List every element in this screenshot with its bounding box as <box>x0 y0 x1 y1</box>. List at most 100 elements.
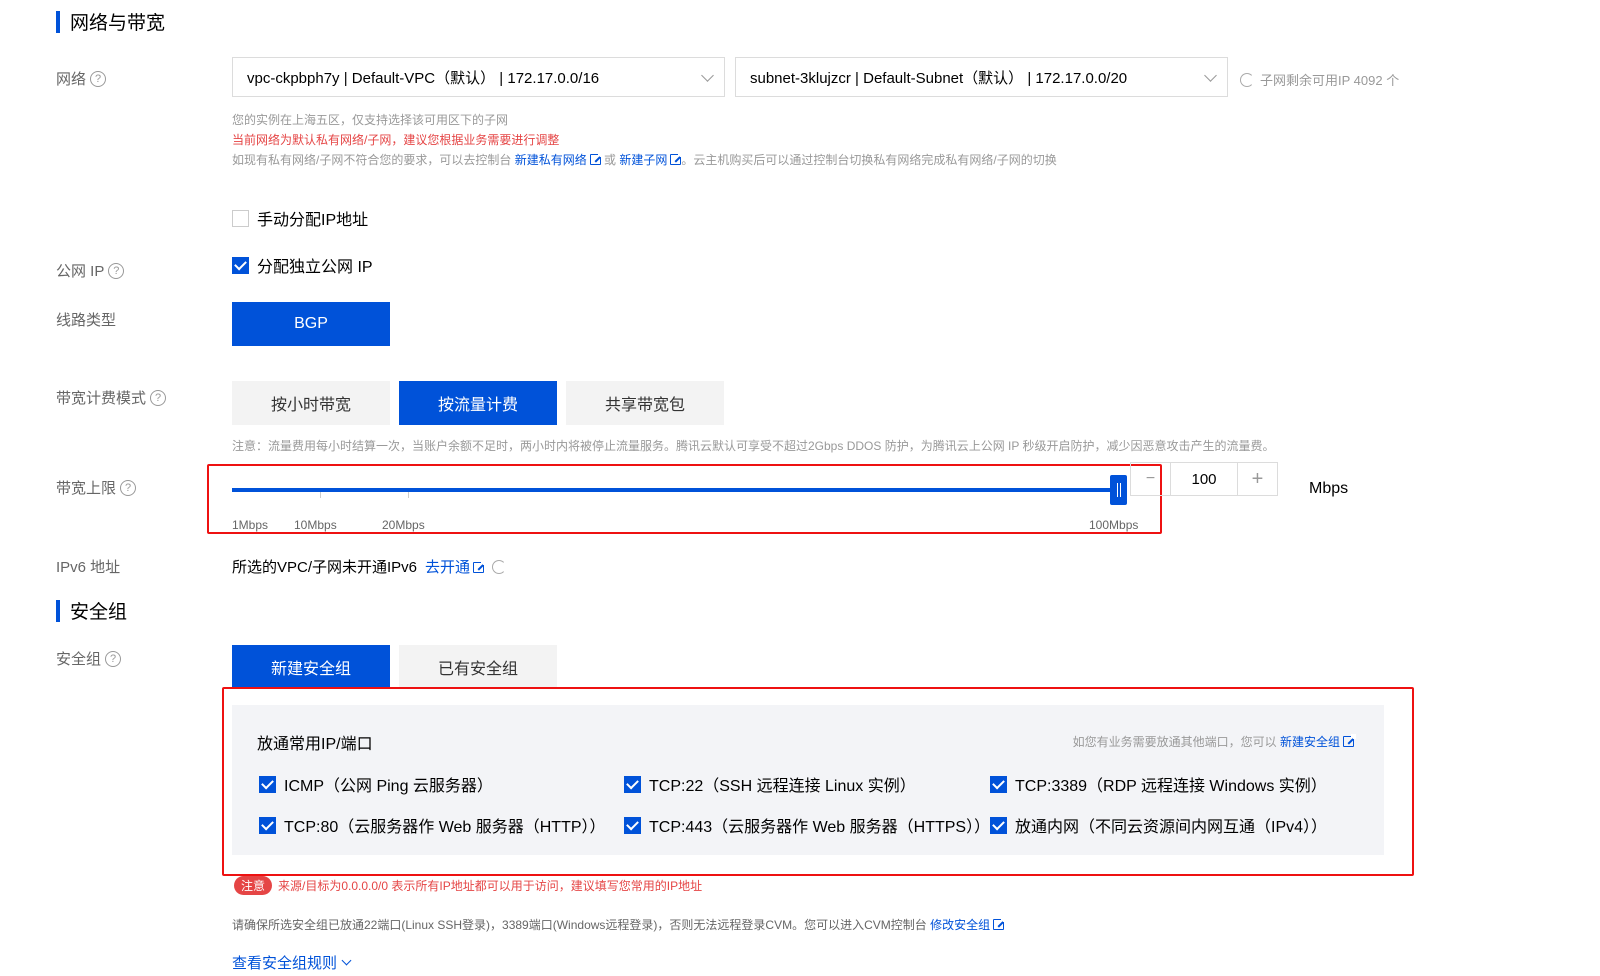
chevron-down-icon <box>341 955 352 966</box>
rule-checkbox[interactable] <box>259 775 276 793</box>
bandwidth-label-text: 带宽上限 <box>56 480 117 497</box>
rule-checkbox[interactable] <box>624 816 641 834</box>
rule-tcp-3389[interactable]: TCP:3389（RDP 远程连接 Windows 实例） <box>990 772 1327 796</box>
view-rules-text: 查看安全组规则 <box>232 955 338 972</box>
security-group-label: 安全组 ? <box>56 648 122 669</box>
bandwidth-highlight-box <box>207 464 1162 534</box>
rule-label: TCP:3389（RDP 远程连接 Windows 实例） <box>1015 778 1327 795</box>
rule-tcp-80[interactable]: TCP:80（云服务器作 Web 服务器（HTTP）） <box>259 813 606 837</box>
help-icon[interactable]: ? <box>150 389 167 406</box>
billing-hourly-button[interactable]: 按小时带宽 <box>232 381 390 425</box>
new-vpc-link-text: 新建私有网络 <box>514 153 587 167</box>
rule-checkbox[interactable] <box>990 816 1007 834</box>
vpc-select-value: vpc-ckpbph7y | Default-VPC（默认） | 172.17.… <box>247 69 600 87</box>
tab-existing-security-group[interactable]: 已有安全组 <box>399 645 557 689</box>
ensure-ports-hint: 请确保所选安全组已放通22端口(Linux SSH登录)，3389端口(Wind… <box>232 916 1007 933</box>
remaining-ip-text: 子网剩余可用IP 4092 个 <box>1260 73 1400 88</box>
subnet-select-value: subnet-3klujzcr | Default-Subnet（默认） | 1… <box>750 69 1128 87</box>
billing-shared-button[interactable]: 共享带宽包 <box>566 381 724 425</box>
external-link-icon <box>670 152 684 165</box>
rule-label: TCP:80（云服务器作 Web 服务器（HTTP）） <box>284 819 606 836</box>
refresh-icon[interactable] <box>1240 72 1254 87</box>
bandwidth-label: 带宽上限 ? <box>56 477 137 498</box>
public-ip-checkbox-row[interactable]: 分配独立公网 IP <box>232 253 373 277</box>
rule-label: 放通内网（不同云资源间内网互通（IPv4）） <box>1015 819 1328 836</box>
rule-icmp[interactable]: ICMP（公网 Ping 云服务器） <box>259 772 493 796</box>
network-label: 网络 ? <box>56 68 107 89</box>
bandwidth-slider-fill <box>232 488 1122 492</box>
vpc-select[interactable]: vpc-ckpbph7y | Default-VPC（默认） | 172.17.… <box>232 57 725 97</box>
security-notice: 注意 来源/目标为0.0.0.0/0 表示所有IP地址都可以用于访问，建议填写您… <box>234 876 702 895</box>
external-link-icon <box>1343 734 1356 747</box>
rule-tcp-443[interactable]: TCP:443（云服务器作 Web 服务器（HTTPS）） <box>624 813 990 837</box>
network-hint-default: 当前网络为默认私有网络/子网，建议您根据业务需要进行调整 <box>232 133 560 147</box>
help-icon[interactable]: ? <box>105 650 122 667</box>
public-ip-checkbox[interactable] <box>232 256 249 274</box>
modify-security-group-link[interactable]: 修改安全组 <box>930 917 1007 932</box>
section-accent-bar <box>56 10 60 33</box>
public-ip-checkbox-label: 分配独立公网 IP <box>257 259 373 276</box>
view-rules-link[interactable]: 查看安全组规则 <box>232 952 352 973</box>
ipv6-row: 所选的VPC/子网未开通IPv6 去开通 <box>232 556 507 577</box>
billing-traffic-button[interactable]: 按流量计费 <box>399 381 557 425</box>
enable-ipv6-link[interactable]: 去开通 <box>425 556 487 577</box>
help-icon[interactable]: ? <box>108 262 125 279</box>
rule-checkbox[interactable] <box>990 775 1007 793</box>
external-link-icon <box>589 152 603 165</box>
increment-button[interactable]: + <box>1237 463 1277 495</box>
section-title-text: 安全组 <box>70 602 128 623</box>
bandwidth-stepper: − 100 + <box>1130 462 1278 496</box>
ensure-ports-text: 请确保所选安全组已放通22端口(Linux SSH登录)，3389端口(Wind… <box>232 918 927 932</box>
hint-text: 如现有私有网络/子网不符合您的要求，可以去控制台 <box>232 153 512 167</box>
rule-intranet[interactable]: 放通内网（不同云资源间内网互通（IPv4）） <box>990 813 1327 837</box>
hint-suffix-text: 。云主机购买后可以通过控制台切换私有网络完成私有网络/子网的切换 <box>681 153 1057 167</box>
security-group-label-text: 安全组 <box>56 651 102 668</box>
new-vpc-link[interactable]: 新建私有网络 <box>514 152 603 167</box>
panel-hint-text: 如您有业务需要放通其他端口，您可以 <box>1072 735 1277 749</box>
refresh-icon[interactable] <box>492 559 507 574</box>
modify-security-group-link-text: 修改安全组 <box>930 918 991 932</box>
tick-label-10: 10Mbps <box>294 518 337 532</box>
bandwidth-slider-track[interactable] <box>232 475 1127 505</box>
manual-ip-checkbox[interactable] <box>232 209 249 227</box>
section-accent-bar <box>56 599 60 622</box>
security-rules-panel: 放通常用IP/端口 如您有业务需要放通其他端口，您可以 新建安全组 ICMP（公… <box>232 705 1384 855</box>
section-title-security-group: 安全组 <box>56 597 127 624</box>
bandwidth-slider-handle[interactable] <box>1110 475 1127 505</box>
help-icon[interactable]: ? <box>120 479 137 496</box>
rule-checkbox[interactable] <box>259 816 276 834</box>
line-type-label: 线路类型 <box>56 312 117 329</box>
notice-badge: 注意 <box>234 876 273 895</box>
manual-ip-label: 手动分配IP地址 <box>257 212 369 229</box>
rule-label: TCP:22（SSH 远程连接 Linux 实例） <box>649 778 916 795</box>
external-link-icon <box>473 560 487 573</box>
bandwidth-unit: Mbps <box>1309 480 1349 497</box>
section-title-network: 网络与带宽 <box>56 8 165 35</box>
subnet-select[interactable]: subnet-3klujzcr | Default-Subnet（默认） | 1… <box>735 57 1228 97</box>
enable-ipv6-link-text: 去开通 <box>425 559 471 576</box>
tab-new-security-group[interactable]: 新建安全组 <box>232 645 390 689</box>
new-security-group-link-text: 新建安全组 <box>1279 735 1340 749</box>
panel-title: 放通常用IP/端口 <box>257 736 373 753</box>
rule-tcp-22[interactable]: TCP:22（SSH 远程连接 Linux 实例） <box>624 772 916 796</box>
billing-mode-label: 带宽计费模式 ? <box>56 387 167 408</box>
bandwidth-input[interactable]: 100 <box>1171 463 1237 495</box>
rule-checkbox[interactable] <box>624 775 641 793</box>
chevron-down-icon <box>1204 69 1217 82</box>
network-hint-zone: 您的实例在上海五区，仅支持选择该可用区下的子网 <box>232 113 509 127</box>
tick-label-100: 100Mbps <box>1089 518 1139 532</box>
help-icon[interactable]: ? <box>90 70 107 87</box>
ipv6-label: IPv6 地址 <box>56 559 121 576</box>
manual-ip-checkbox-row[interactable]: 手动分配IP地址 <box>232 206 368 230</box>
remaining-ip: 子网剩余可用IP 4092 个 <box>1240 70 1399 89</box>
rule-label: ICMP（公网 Ping 云服务器） <box>284 778 493 795</box>
chevron-down-icon <box>701 69 714 82</box>
slider-tick <box>408 492 409 498</box>
new-subnet-link[interactable]: 新建子网 <box>619 152 684 167</box>
line-type-bgp-button[interactable]: BGP <box>232 302 390 346</box>
new-security-group-link[interactable]: 新建安全组 <box>1279 734 1356 749</box>
public-ip-label-text: 公网 IP <box>56 263 105 280</box>
decrement-button[interactable]: − <box>1131 463 1171 495</box>
new-subnet-link-text: 新建子网 <box>619 153 668 167</box>
network-label-text: 网络 <box>56 71 87 88</box>
